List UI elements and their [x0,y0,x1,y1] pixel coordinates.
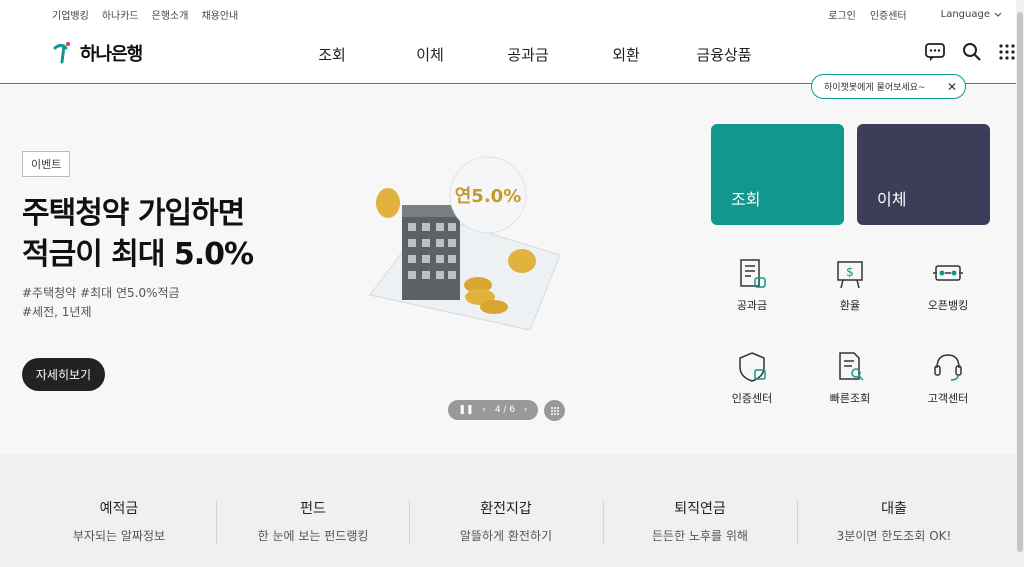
category-exchange-wallet[interactable]: 환전지갑 알뜰하게 환전하기 [409,498,603,544]
chatbot-tooltip[interactable]: 하이챗봇에게 물어보세요~ ✕ [811,74,966,99]
prev-icon[interactable]: ‹ [482,405,486,415]
language-select[interactable]: Language [941,9,1002,20]
event-badge: 이벤트 [22,151,71,177]
slide-grid-button[interactable] [544,400,565,421]
building-coins-illustration: 연5.0% [369,156,561,331]
hero-section: 이벤트 주택청약 가입하면 적금이 최대 5.0% #주택청약 #최대 연5.0… [0,85,1016,455]
transfer-tile-label: 이체 [877,190,907,209]
cert-center-link[interactable]: 인증센터 [870,7,907,22]
hana-logo-icon [53,42,70,64]
chatbot-tooltip-text: 하이챗봇에게 물어보세요~ [824,83,926,93]
bill-icon [740,259,766,288]
nav-financial-products[interactable]: 금융상품 [675,44,773,65]
category-pension[interactable]: 퇴직연금 든든한 노후를 위해 [603,498,797,544]
recruit-link[interactable]: 채용안내 [201,7,238,22]
hero-tags: #주택청약 #최대 연5.0%적금 #세전, 1년제 [22,284,180,322]
hero-tags-line2: #세전, 1년제 [22,305,92,319]
grid-icon [550,406,559,415]
category-loan[interactable]: 대출 3분이면 한도조회 OK! [797,498,991,544]
nav-transfer[interactable]: 이체 [381,44,479,65]
quick-label: 인증센터 [731,392,773,405]
bank-intro-link[interactable]: 은행소개 [152,7,189,22]
utility-bar: 기업뱅킹 하나카드 은행소개 채용안내 로그인 인증센터 Language [0,0,1016,26]
header-icons [924,42,1016,62]
nav-foreign-exchange[interactable]: 외환 [577,44,675,65]
chevron-down-icon [994,12,1002,17]
search-icon[interactable] [962,42,982,62]
category-deposit[interactable]: 예적금 부자되는 알짜정보 [22,498,216,544]
quick-exchange-rate[interactable]: $ 환율 [800,257,900,313]
quick-open-banking[interactable]: 오픈뱅킹 [898,257,998,313]
quick-label: 공과금 [736,299,768,312]
hero-title-line2: 적금이 최대 5.0% [22,237,254,272]
logo-text: 하나은행 [80,44,143,65]
category-title: 예적금 [99,501,139,517]
hana-card-link[interactable]: 하나카드 [102,7,139,22]
category-subtitle: 알뜰하게 환전하기 [459,529,553,543]
category-section: 예적금 부자되는 알짜정보 펀드 한 눈에 보는 펀드랭킹 환전지갑 알뜰하게 … [0,455,1016,567]
quick-fast-inquiry[interactable]: 빠른조회 [800,350,900,406]
next-icon[interactable]: › [524,405,528,415]
open-banking-icon [933,265,963,281]
inquiry-tile[interactable]: 조회 [711,124,844,225]
quick-utility-bills[interactable]: 공과금 [702,257,802,313]
page-scrollbar[interactable] [1016,0,1024,567]
all-menu-icon[interactable] [998,43,1016,61]
hero-tags-line1: #주택청약 #최대 연5.0%적금 [22,286,180,300]
pause-icon[interactable]: ❚❚ [458,405,473,415]
quick-label: 오픈뱅킹 [927,299,969,312]
category-title: 퇴직연금 [674,501,726,517]
scrollbar-thumb[interactable] [1017,12,1023,552]
main-nav: 조회 이체 공과금 외환 금융상품 [283,44,773,65]
view-details-button[interactable]: 자세히보기 [22,358,105,391]
nav-utility-bills[interactable]: 공과금 [479,44,577,65]
nav-inquiry[interactable]: 조회 [283,44,381,65]
close-icon[interactable]: ✕ [947,80,957,94]
transfer-tile[interactable]: 이체 [857,124,990,225]
inquiry-tile-label: 조회 [731,190,761,209]
login-link[interactable]: 로그인 [828,7,856,22]
logo[interactable]: 하나은행 [52,40,143,66]
corporate-banking-link[interactable]: 기업뱅킹 [52,7,89,22]
utility-right: 로그인 인증센터 Language [828,7,1002,22]
quick-label: 빠른조회 [829,392,871,405]
category-title: 환전지갑 [480,501,532,517]
category-subtitle: 부자되는 알짜정보 [72,529,166,543]
headset-icon [934,354,962,381]
category-subtitle: 한 눈에 보는 펀드랭킹 [257,529,369,543]
quick-label: 환율 [839,299,861,312]
category-title: 펀드 [300,501,326,517]
slide-counter: 4 / 6 [494,405,516,415]
category-subtitle: 든든한 노후를 위해 [652,529,748,543]
quick-cert-center[interactable]: 인증센터 [702,350,802,406]
category-fund[interactable]: 펀드 한 눈에 보는 펀드랭킹 [216,498,410,544]
slide-pager: ❚❚ ‹ 4 / 6 › [448,400,538,420]
language-label: Language [940,9,990,20]
svg-text:$: $ [846,265,854,279]
exchange-rate-icon: $ [837,261,863,289]
quick-customer-center[interactable]: 고객센터 [898,350,998,406]
shield-lock-icon [739,352,766,382]
quick-label: 고객센터 [927,392,969,405]
document-search-icon [839,352,864,381]
category-title: 대출 [881,501,907,517]
rate-bubble-text: 연5.0% [455,186,521,207]
category-subtitle: 3분이면 한도조회 OK! [836,529,952,543]
utility-links: 기업뱅킹 하나카드 은행소개 채용안내 [52,7,238,22]
hero-title: 주택청약 가입하면 적금이 최대 5.0% [22,193,254,275]
chatbot-icon[interactable] [924,42,946,62]
hero-title-line1: 주택청약 가입하면 [22,196,245,231]
